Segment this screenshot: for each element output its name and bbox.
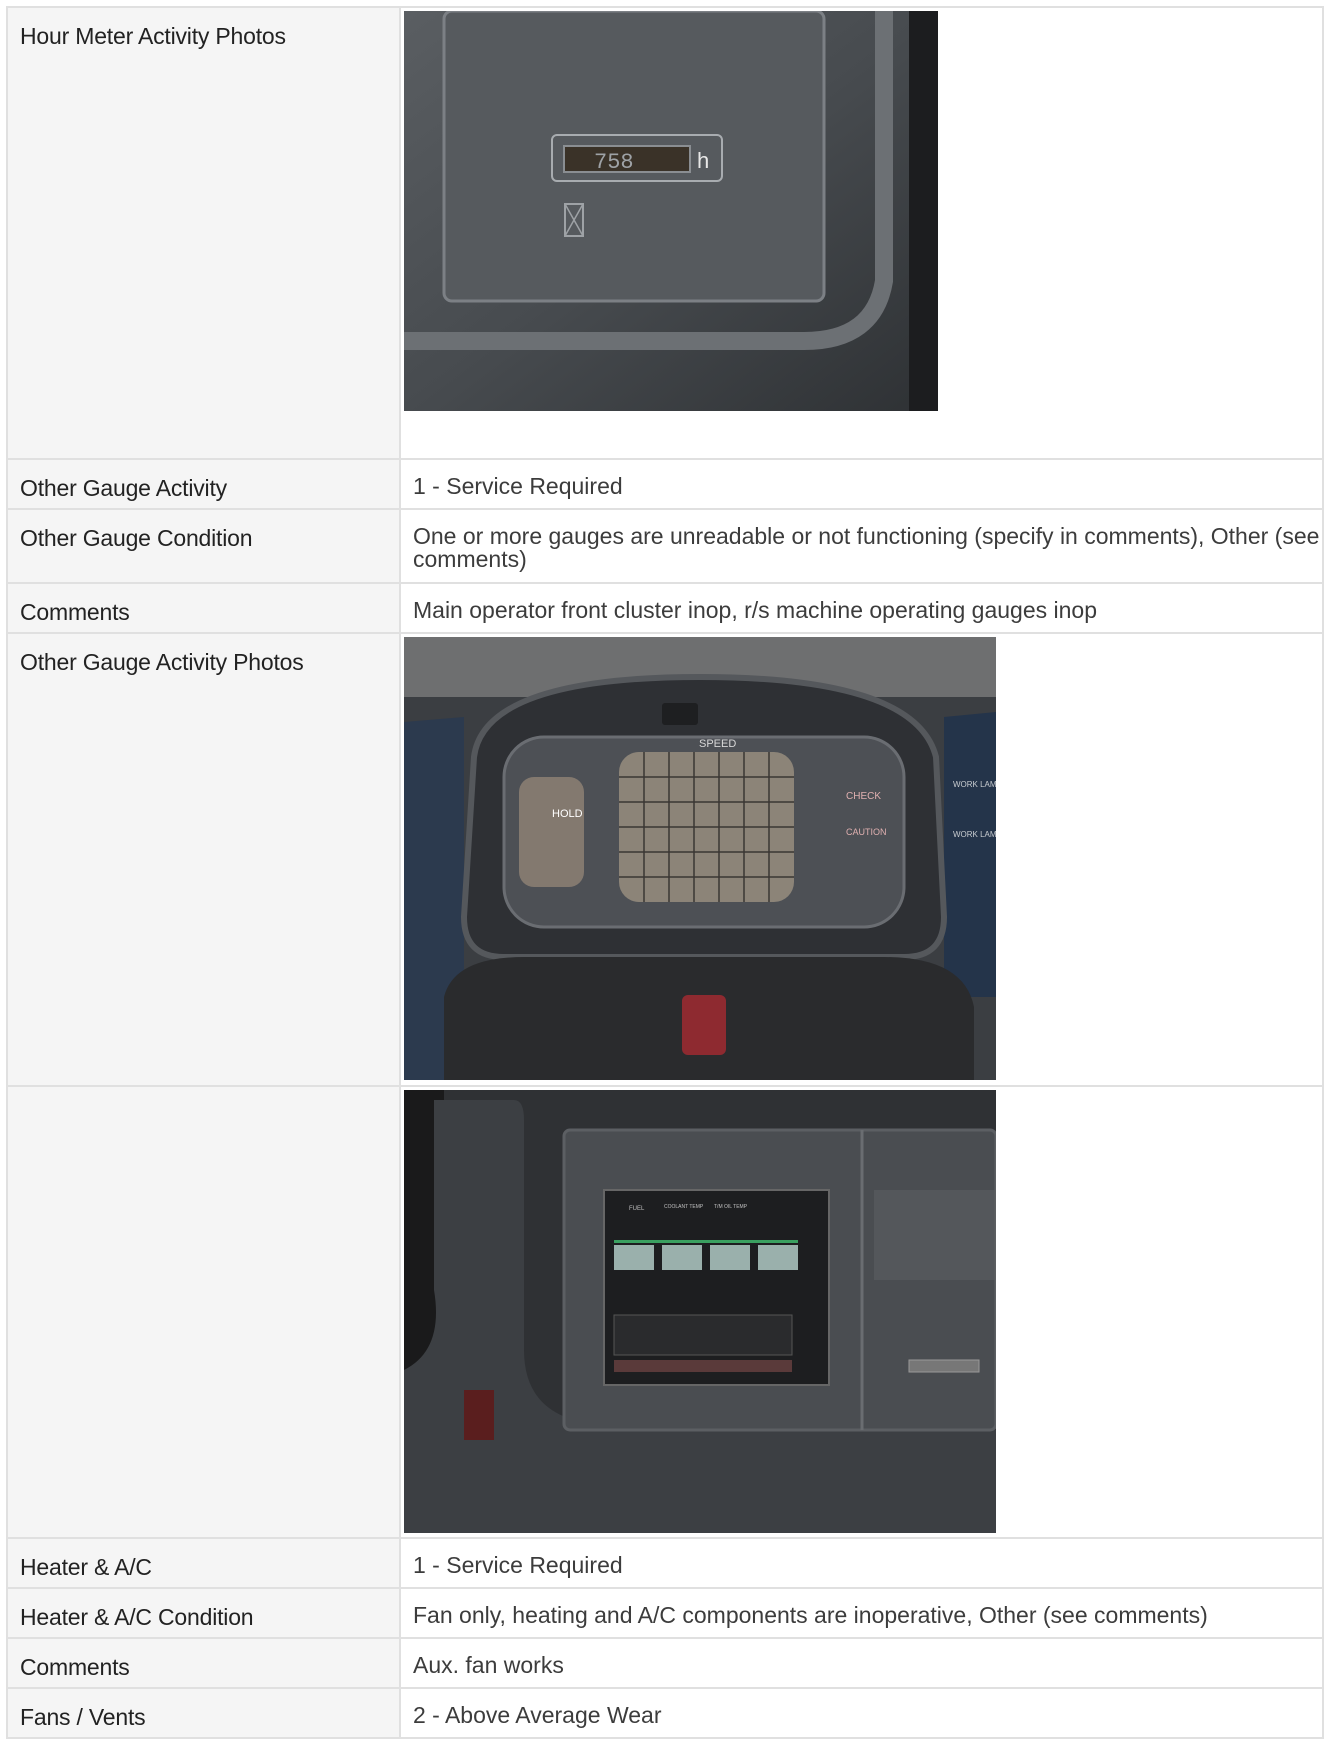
- dash-label: CHECK: [846, 791, 881, 802]
- table-row: Other Gauge Condition One or more gauges…: [6, 508, 1324, 584]
- gauge-panel-photo[interactable]: FUEL COOLANT TEMP T/M OIL TEMP: [404, 1090, 996, 1533]
- dash-label: CAUTION: [846, 827, 887, 837]
- hour-meter-image: 758 h: [404, 11, 938, 411]
- table-row: FUEL COOLANT TEMP T/M OIL TEMP: [6, 1085, 1324, 1539]
- table-row: Comments Main operator front cluster ino…: [6, 582, 1324, 634]
- table-row: Other Gauge Activity Photos SPEED HOLD C…: [6, 632, 1324, 1087]
- hour-meter-unit: h: [697, 148, 709, 173]
- table-row: Heater & A/C Condition Fan only, heating…: [6, 1587, 1324, 1639]
- table-row: Other Gauge Activity 1 - Service Require…: [6, 458, 1324, 510]
- dash-cluster-image: SPEED HOLD CHECK CAUTION WORK LAMP WORK …: [404, 637, 996, 1080]
- headlight-icon: [662, 703, 698, 725]
- hour-meter-reading: 758: [594, 150, 634, 175]
- gauge-label: T/M OIL TEMP: [714, 1204, 748, 1210]
- red-clip-icon: [682, 995, 726, 1055]
- row-label: Other Gauge Activity: [6, 458, 401, 510]
- row-value: Fan only, heating and A/C components are…: [399, 1587, 1324, 1639]
- row-label: Other Gauge Activity Photos: [6, 632, 401, 1087]
- gauge-label: FUEL: [629, 1206, 645, 1212]
- row-value: Aux. fan works: [399, 1637, 1324, 1689]
- photo-cell: FUEL COOLANT TEMP T/M OIL TEMP: [399, 1085, 1324, 1539]
- row-value: 1 - Service Required: [399, 458, 1324, 510]
- row-value: 2 - Above Average Wear: [399, 1687, 1324, 1739]
- row-label: Hour Meter Activity Photos: [6, 6, 401, 460]
- gauge-label: COOLANT TEMP: [664, 1204, 704, 1210]
- gauge-panel-image: FUEL COOLANT TEMP T/M OIL TEMP: [404, 1090, 996, 1533]
- row-label: Comments: [6, 1637, 401, 1689]
- photo-cell: SPEED HOLD CHECK CAUTION WORK LAMP WORK …: [399, 632, 1324, 1087]
- photo-cell: 758 h: [399, 6, 1324, 460]
- dash-label: WORK LAMP: [953, 780, 996, 789]
- row-label: [6, 1085, 401, 1539]
- row-label: Heater & A/C Condition: [6, 1587, 401, 1639]
- table-row: Fans / Vents 2 - Above Average Wear: [6, 1687, 1324, 1739]
- dash-cluster-photo[interactable]: SPEED HOLD CHECK CAUTION WORK LAMP WORK …: [404, 637, 996, 1080]
- dash-label: HOLD: [552, 808, 583, 820]
- table-row: Comments Aux. fan works: [6, 1637, 1324, 1689]
- row-label: Comments: [6, 582, 401, 634]
- row-value: Main operator front cluster inop, r/s ma…: [399, 582, 1324, 634]
- inspection-table: Hour Meter Activity Photos 758 h Other G…: [6, 6, 1324, 1739]
- dash-label: SPEED: [699, 738, 736, 750]
- row-value: 1 - Service Required: [399, 1537, 1324, 1589]
- table-row: Hour Meter Activity Photos 758 h: [6, 6, 1324, 460]
- table-row: Heater & A/C 1 - Service Required: [6, 1537, 1324, 1589]
- dash-label: WORK LAMP: [953, 830, 996, 839]
- hour-meter-photo[interactable]: 758 h: [404, 11, 996, 411]
- row-label: Other Gauge Condition: [6, 508, 401, 584]
- row-label: Fans / Vents: [6, 1687, 401, 1739]
- row-label: Heater & A/C: [6, 1537, 401, 1589]
- row-value: One or more gauges are unreadable or not…: [399, 508, 1324, 584]
